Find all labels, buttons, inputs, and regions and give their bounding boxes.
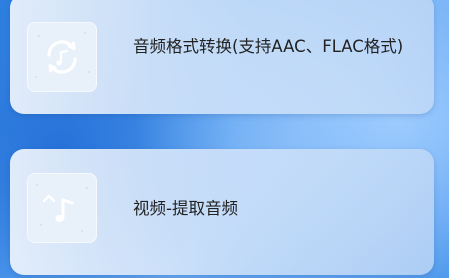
audio-format-convert-card[interactable]: 音频格式转换(支持AAC、FLAC格式) [10, 0, 434, 114]
music-note-icon [27, 173, 97, 243]
audio-format-convert-label: 音频格式转换(支持AAC、FLAC格式) [133, 37, 404, 56]
video-extract-audio-card[interactable]: 视频-提取音频 [10, 149, 434, 275]
audio-convert-icon [27, 22, 97, 92]
video-extract-audio-label: 视频-提取音频 [133, 199, 238, 218]
